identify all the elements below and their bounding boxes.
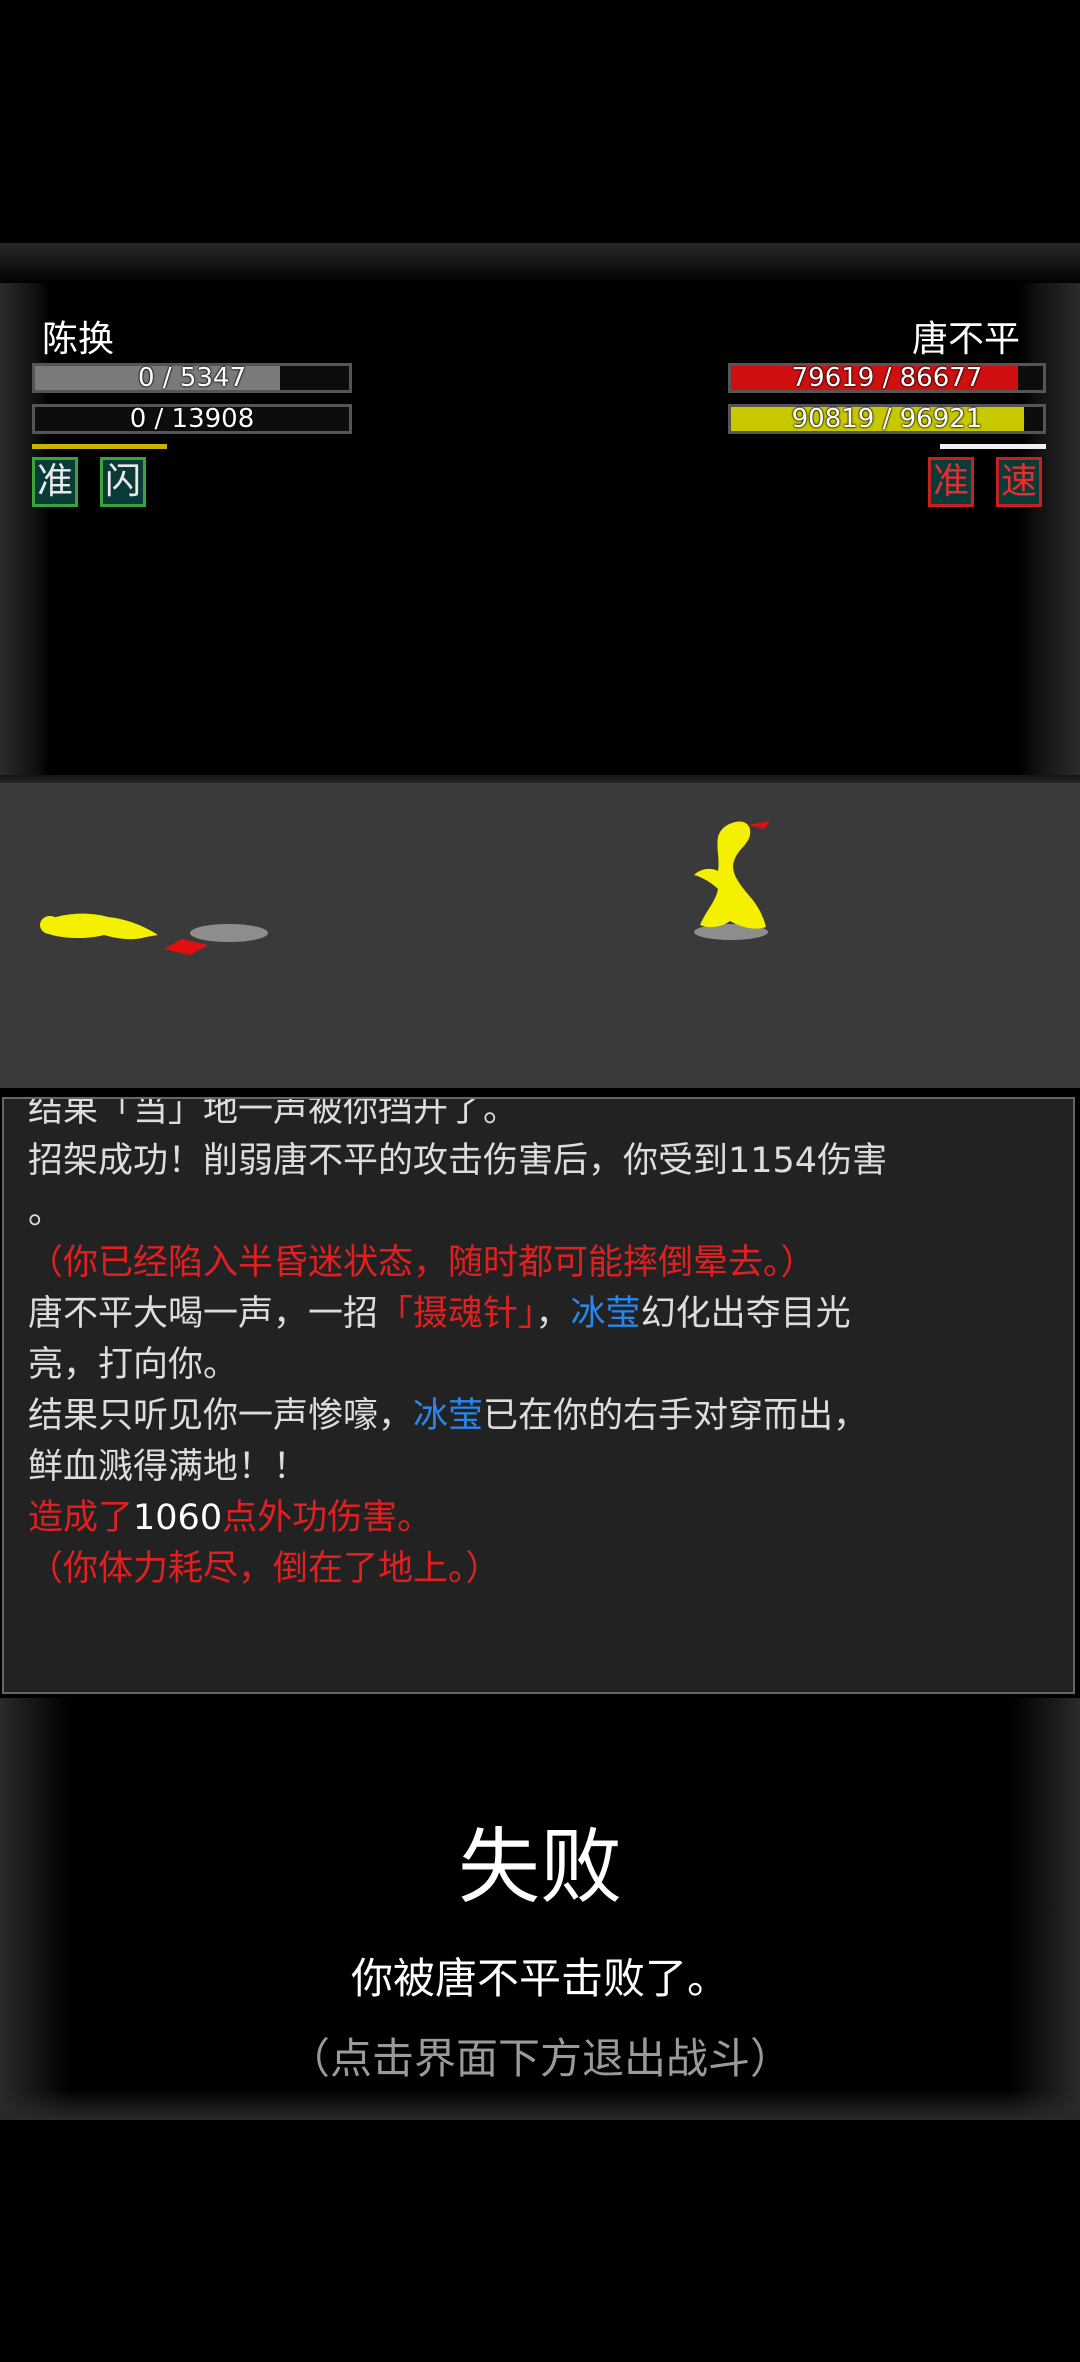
log-text: 唐不平大喝一声，一招	[28, 1294, 379, 1334]
enemy-hp-bar: 79619 / 86677	[728, 363, 1046, 393]
enemy-mp-text: 90819 / 96921	[791, 404, 983, 434]
log-line: 招架成功！削弱唐不平的攻击伤害后，你受到1154伤害	[28, 1141, 888, 1181]
log-line: 唐不平大喝一声，一招「摄魂针」，冰莹幻化出夺目光	[28, 1289, 1055, 1340]
result-description: 你被唐不平击败了。	[350, 1954, 729, 2003]
log-text: 点外功伤害。	[222, 1498, 433, 1538]
player-name: 陈换	[42, 319, 115, 360]
enemy-figure-standing	[694, 821, 770, 929]
log-weapon-name: 冰莹	[413, 1396, 484, 1436]
player-status-tag-shan: 闪	[100, 457, 146, 507]
enemy-status-tag-zhun: 准	[928, 457, 974, 507]
player-figure-fallen	[40, 913, 158, 940]
player-mp-text: 0 / 13908	[129, 404, 255, 434]
log-text: 造成了	[28, 1498, 134, 1538]
smoke-border-top	[0, 243, 1080, 283]
log-line: 结果只听见你一声惨嚎，冰莹已在你的右手对穿而出，	[28, 1391, 1055, 1442]
exit-battle-hint[interactable]: （点击界面下方退出战斗）	[0, 2025, 1080, 2086]
log-text: 结果只听见你一声惨嚎，	[28, 1396, 414, 1436]
log-text: 幻化出夺目光	[640, 1294, 851, 1334]
player-stamina-bar	[32, 444, 167, 449]
enemy-mp-bar: 90819 / 96921	[728, 404, 1046, 434]
enemy-name: 唐不平	[912, 319, 1021, 360]
enemy-hp-text: 79619 / 86677	[791, 363, 983, 393]
player-hp-bar: 0 / 5347	[32, 363, 352, 393]
enemy-stamina-bar	[940, 444, 1046, 449]
smoke-border-right	[1020, 283, 1080, 783]
combat-log[interactable]: 结果「当」地一声被你挡开了。 招架成功！削弱唐不平的攻击伤害后，你受到1154伤…	[2, 1097, 1075, 1694]
blood-splatter	[164, 939, 208, 955]
log-weapon-name: 冰莹	[570, 1294, 641, 1334]
log-line: 亮，打向你。	[28, 1345, 239, 1385]
log-text: ，	[535, 1294, 571, 1334]
log-line: 结果「当」地一声被你挡开了。	[28, 1097, 519, 1130]
result-title: 失败	[457, 1820, 622, 1915]
player-mp-bar: 0 / 13908	[32, 404, 352, 434]
player-status-tag-zhun: 准	[32, 457, 78, 507]
log-text: 已在你的右手对穿而出，	[483, 1396, 869, 1436]
log-line: 。	[28, 1192, 64, 1232]
player-hp-text: 0 / 5347	[138, 363, 246, 393]
log-line-warning: （你体力耗尽，倒在了地上。）	[28, 1549, 501, 1589]
log-line-warning: （你已经陷入半昏迷状态，随时都可能摔倒晕去。）	[28, 1243, 816, 1283]
log-line: 鲜血溅得满地！！	[28, 1447, 309, 1487]
log-line-damage: 造成了1060点外功伤害。	[28, 1493, 1055, 1544]
log-skill-name: 「摄魂针」	[378, 1294, 536, 1334]
log-damage-number: 1060	[133, 1498, 223, 1538]
smoke-border-bottom	[0, 2090, 1080, 2120]
enemy-status-tag-su: 速	[996, 457, 1042, 507]
